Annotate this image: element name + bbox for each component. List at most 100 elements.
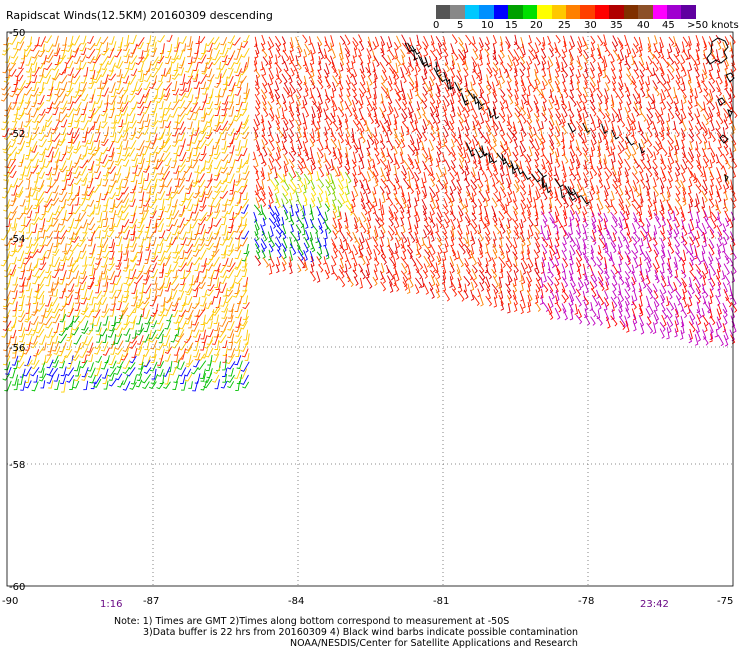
wind-barb (358, 121, 365, 133)
wind-barb (205, 37, 215, 47)
wind-barb (318, 178, 325, 188)
wind-barb (192, 302, 200, 310)
wind-barb (173, 374, 180, 384)
wind-barb (620, 118, 626, 128)
wind-barb (213, 218, 222, 227)
wind-barb (561, 49, 567, 59)
wind-barb (583, 106, 589, 119)
wind-barb (66, 224, 73, 233)
wind-barb (618, 186, 624, 196)
wind-barb (690, 170, 696, 182)
wind-barb (388, 106, 392, 116)
wind-barb (358, 153, 362, 163)
wind-barb (275, 35, 282, 47)
wind-barb (204, 212, 214, 222)
wind-barb (416, 211, 421, 223)
wind-barb (137, 335, 144, 345)
wind-barb (290, 165, 297, 179)
wind-barb (93, 316, 101, 327)
wind-barb (242, 165, 249, 175)
wind-barb (199, 121, 208, 133)
wind-barb (708, 251, 714, 263)
wind-barb (668, 300, 675, 311)
black-wind-barb (411, 45, 421, 55)
wind-barb (470, 230, 474, 242)
wind-barb (667, 211, 672, 221)
wind-barb (661, 314, 667, 327)
wind-barb (222, 340, 228, 349)
wind-barb (297, 250, 304, 261)
wind-barb (400, 185, 405, 198)
wind-barb (380, 167, 384, 178)
wind-barb (451, 34, 458, 45)
wind-barb (146, 35, 152, 44)
wind-barb (228, 303, 235, 312)
wind-barb (714, 329, 719, 338)
wind-barb (659, 107, 664, 116)
wind-barb (381, 192, 386, 204)
wind-barb (676, 179, 682, 189)
wind-barb (372, 191, 377, 204)
wind-barb (542, 80, 546, 91)
wind-barb (721, 270, 726, 280)
wind-barb (513, 302, 518, 312)
wind-barb (731, 158, 738, 169)
wind-barb (297, 183, 302, 194)
wind-barb (395, 270, 400, 282)
wind-barb (163, 82, 173, 91)
wind-barb (400, 256, 409, 269)
wind-barb (638, 126, 644, 136)
wind-barb (234, 262, 242, 270)
wind-barb (584, 41, 589, 51)
wind-barb (202, 93, 208, 103)
wind-barb (19, 333, 26, 343)
wind-barb (93, 114, 101, 124)
wind-barb (500, 61, 507, 74)
wind-barb (569, 67, 574, 78)
wind-barb (38, 134, 46, 142)
wind-barb (708, 205, 712, 219)
wind-barb (648, 303, 654, 315)
wind-barb (131, 283, 138, 294)
wind-barb (19, 171, 25, 180)
wind-barb (527, 263, 532, 273)
wind-barb (18, 225, 26, 233)
wind-barb (282, 49, 290, 62)
wind-barb (200, 112, 207, 122)
wind-barb (212, 210, 221, 219)
wind-barb (115, 192, 124, 201)
wind-barb (631, 80, 637, 90)
wind-barb (117, 251, 123, 262)
wind-barb (130, 34, 137, 45)
wind-barb (261, 34, 266, 46)
wind-barb (145, 132, 151, 143)
wind-barb (242, 92, 248, 103)
wind-barb (288, 262, 293, 275)
wind-barb (457, 290, 465, 302)
wind-barb (195, 35, 201, 44)
wind-barb (449, 197, 454, 208)
wind-barb (385, 191, 390, 201)
wind-barb (681, 172, 686, 183)
wind-barb (528, 34, 532, 45)
wind-barb (115, 269, 122, 277)
wind-barb (315, 232, 319, 244)
wind-barb (138, 50, 144, 59)
wind-barb (53, 212, 61, 220)
wind-barb (101, 288, 108, 297)
wind-barb (680, 99, 684, 111)
wind-barb (17, 80, 26, 91)
wind-barb (575, 249, 583, 262)
wind-barb (723, 289, 730, 301)
wind-barb (172, 244, 179, 254)
wind-barb (339, 35, 346, 45)
wind-barb (74, 197, 80, 206)
wind-barb (129, 355, 137, 364)
wind-barb (38, 125, 45, 135)
wind-barb (374, 36, 380, 48)
wind-barb (612, 290, 617, 300)
wind-barb (715, 49, 719, 62)
wind-barb (458, 237, 465, 248)
wind-barb (94, 199, 101, 209)
wind-barb (31, 81, 38, 92)
